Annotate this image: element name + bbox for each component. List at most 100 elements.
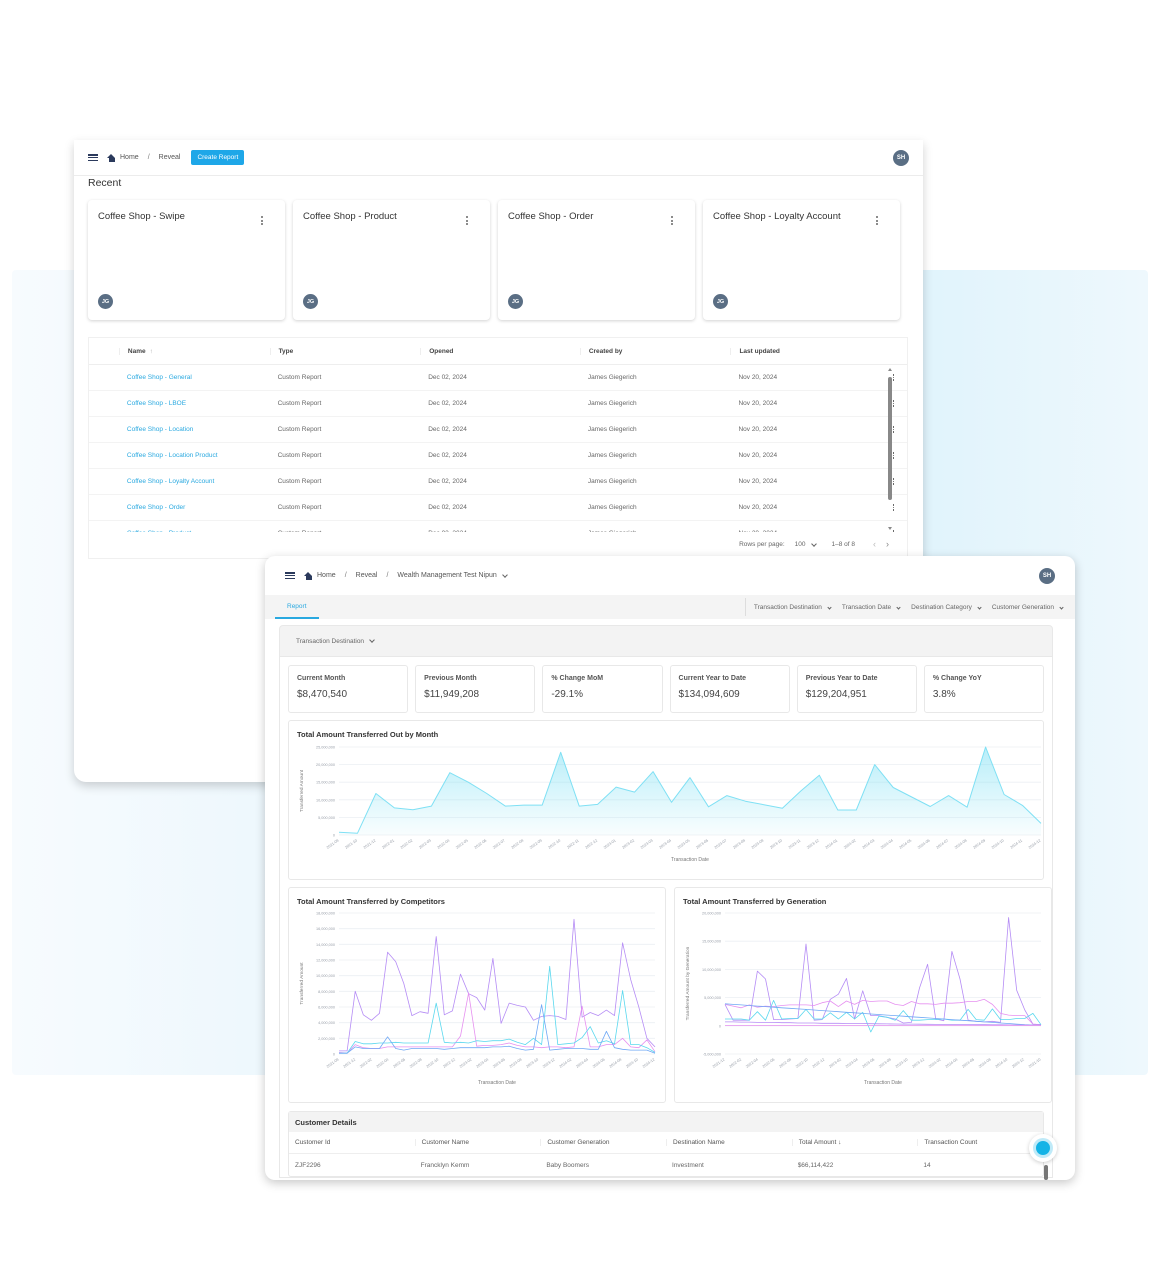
recent-card[interactable]: Coffee Shop - Swipe JG bbox=[88, 200, 285, 320]
chevron-down-icon bbox=[977, 604, 982, 610]
table-row[interactable]: Coffee Shop - Order Custom Report Dec 02, … bbox=[89, 495, 907, 521]
menu-icon[interactable] bbox=[285, 572, 295, 579]
row-more-options-icon[interactable] bbox=[880, 426, 907, 433]
row-more-options-icon[interactable] bbox=[880, 530, 907, 532]
last-updated-date: Nov 20, 2024 bbox=[738, 452, 778, 459]
x-tick-label: 2022-12 bbox=[584, 839, 598, 850]
assistant-fab-button[interactable] bbox=[1029, 1134, 1057, 1162]
report-name-link[interactable]: Coffee Shop - Location Product bbox=[119, 452, 270, 459]
breadcrumb-report-select[interactable]: Wealth Management Test Nipun bbox=[397, 572, 508, 579]
next-page-button[interactable]: › bbox=[886, 539, 889, 549]
breadcrumb-home[interactable]: Home bbox=[317, 572, 336, 579]
recent-card[interactable]: Coffee Shop - Order JG bbox=[498, 200, 695, 320]
y-tick-label: 18,000,000 bbox=[316, 912, 335, 916]
x-tick-label: 2022-06 bbox=[762, 1058, 776, 1069]
filter-dropdown[interactable]: Transaction Date bbox=[842, 604, 901, 611]
owner-avatar: JG bbox=[98, 294, 113, 309]
table-row[interactable]: Coffee Shop - ProductCustom ReportDec 02… bbox=[89, 521, 907, 532]
rows-per-page-select[interactable]: 100 bbox=[795, 541, 817, 548]
row-more-options-icon[interactable] bbox=[880, 374, 907, 381]
recent-card[interactable]: Coffee Shop - Loyalty Account JG bbox=[703, 200, 900, 320]
chevron-down-icon bbox=[1059, 604, 1064, 610]
report-name-link[interactable]: Coffee Shop - LBOE bbox=[119, 400, 270, 407]
x-tick-label: 2024-04 bbox=[575, 1058, 589, 1069]
row-more-options-icon[interactable] bbox=[880, 504, 907, 511]
more-options-icon[interactable] bbox=[876, 216, 878, 225]
sort-ascending-icon[interactable]: ↑ bbox=[150, 348, 153, 355]
filter-dropdown[interactable]: Transaction Destination bbox=[754, 604, 832, 611]
created-by: James Giegerich bbox=[587, 452, 637, 459]
y-tick-label: 2,000,000 bbox=[318, 1037, 335, 1041]
breadcrumb-current[interactable]: Reveal bbox=[159, 154, 181, 161]
column-header[interactable]: Destination Name bbox=[666, 1139, 792, 1146]
recent-card[interactable]: Coffee Shop - Product JG bbox=[293, 200, 490, 320]
report-name-link[interactable]: Coffee Shop - General bbox=[119, 374, 270, 381]
details-scrollbar[interactable] bbox=[1044, 1165, 1048, 1180]
column-header[interactable]: Customer Generation bbox=[540, 1139, 666, 1146]
filter-dropdown[interactable]: Destination Category bbox=[911, 604, 982, 611]
y-tick-label: 15,000,000 bbox=[316, 781, 335, 785]
scroll-down-icon[interactable] bbox=[888, 527, 892, 530]
table-body: Coffee Shop - General Custom Report Dec 02… bbox=[89, 365, 907, 532]
x-tick-label: 2023-02 bbox=[459, 1058, 473, 1069]
table-row[interactable]: ZJF2296 Francklyn Kemm Baby Boomers Investm… bbox=[289, 1154, 1043, 1176]
breadcrumb-home[interactable]: Home bbox=[120, 154, 139, 161]
scrollbar-thumb[interactable] bbox=[888, 377, 892, 500]
page-range: 1–8 of 8 bbox=[831, 540, 856, 548]
row-more-options-icon[interactable] bbox=[880, 400, 907, 407]
table-row[interactable]: Coffee Shop - Location Product Custom Rep… bbox=[89, 443, 907, 469]
table-row[interactable]: Coffee Shop - LBOE Custom Report Dec 02, 2… bbox=[89, 391, 907, 417]
tab-report[interactable]: Report bbox=[275, 595, 319, 619]
user-avatar[interactable]: SH bbox=[893, 149, 909, 166]
transaction-destination-filter[interactable]: Transaction Destination bbox=[279, 625, 1053, 657]
created-by: James Giegerich bbox=[587, 374, 637, 381]
breadcrumb-section[interactable]: Reveal bbox=[356, 572, 378, 579]
report-name-link[interactable]: Coffee Shop - Order bbox=[119, 504, 270, 511]
breadcrumb-separator: / bbox=[344, 572, 347, 579]
y-tick-label: 20,000,000 bbox=[316, 763, 335, 767]
column-header[interactable]: Transaction Count bbox=[917, 1139, 1043, 1146]
create-report-button[interactable]: Create Report bbox=[191, 150, 245, 165]
table-row[interactable]: Coffee Shop - Loyalty Account Custom Repo… bbox=[89, 469, 907, 495]
x-tick-label: 2023-09 bbox=[751, 839, 765, 850]
x-tick-label: 2023-02 bbox=[621, 839, 635, 850]
filter-dropdown[interactable]: Customer Generation bbox=[992, 604, 1064, 611]
column-opened[interactable]: Opened bbox=[420, 347, 580, 355]
x-tick-label: 2022-02 bbox=[400, 839, 414, 850]
table-scrollbar[interactable] bbox=[888, 368, 893, 530]
column-type[interactable]: Type bbox=[269, 347, 421, 355]
table-row[interactable]: Coffee Shop - General Custom Report Dec 02… bbox=[89, 365, 907, 391]
filter-bar: Transaction Destination Transaction Date D… bbox=[744, 598, 1075, 616]
column-header[interactable]: Total Amount ↓ bbox=[791, 1139, 918, 1146]
column-header[interactable]: Customer Id bbox=[289, 1139, 415, 1146]
more-options-icon[interactable] bbox=[261, 216, 263, 225]
column-header[interactable]: Customer Name bbox=[414, 1139, 541, 1146]
report-name-link[interactable]: Coffee Shop - Loyalty Account bbox=[119, 478, 270, 485]
report-type: Custom Report bbox=[277, 504, 322, 511]
x-tick-label: 2024-06 bbox=[961, 1058, 975, 1069]
more-options-icon[interactable] bbox=[671, 216, 673, 225]
row-more-options-icon[interactable] bbox=[880, 478, 907, 485]
report-type: Custom Report bbox=[277, 400, 322, 407]
x-tick-label: 2023-10 bbox=[525, 1058, 539, 1069]
column-name[interactable]: Name ↑ bbox=[118, 347, 270, 355]
menu-icon[interactable] bbox=[88, 154, 98, 161]
x-tick-label: 2023-08 bbox=[509, 1058, 523, 1069]
row-more-options-icon[interactable] bbox=[880, 452, 907, 459]
y-tick-label: 20,000,000 bbox=[702, 912, 721, 916]
created-by: James Giegerich bbox=[580, 530, 731, 532]
report-name-link[interactable]: Coffee Shop - Product bbox=[119, 530, 270, 532]
column-created-by[interactable]: Created by bbox=[579, 347, 731, 355]
more-options-icon[interactable] bbox=[466, 216, 468, 225]
x-tick-label: 2022-04 bbox=[437, 839, 451, 850]
prev-page-button[interactable]: ‹ bbox=[873, 539, 876, 549]
column-last-updated[interactable]: Last updated bbox=[730, 347, 880, 355]
x-tick-label: 2023-04 bbox=[845, 1058, 859, 1069]
table-row[interactable]: Coffee Shop - Location Custom Report Dec 0… bbox=[89, 417, 907, 443]
y-tick-label: 5,000,000 bbox=[704, 996, 721, 1000]
x-tick-label: 2022-08 bbox=[778, 1058, 792, 1069]
report-name-link[interactable]: Coffee Shop - Location bbox=[119, 426, 270, 433]
user-avatar[interactable]: SH bbox=[1039, 567, 1055, 584]
x-tick-label: 2023-10 bbox=[769, 839, 783, 850]
scroll-up-icon[interactable] bbox=[888, 368, 892, 371]
